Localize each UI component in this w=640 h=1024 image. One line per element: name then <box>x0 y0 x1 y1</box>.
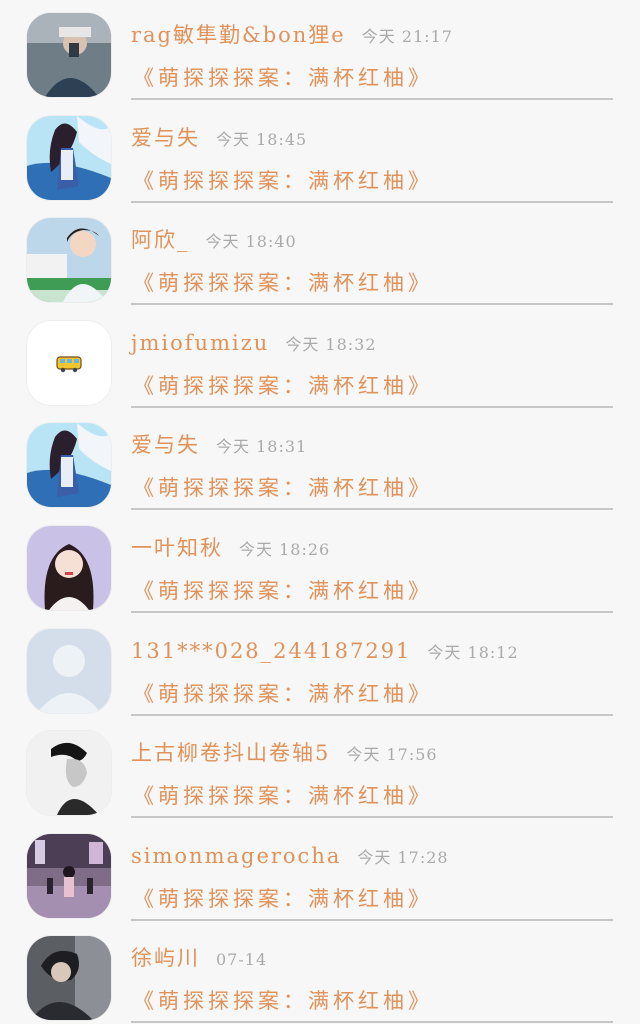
young-woman-portrait-icon <box>27 525 111 610</box>
message-content: 131***028_244187291 今天 18:12 《萌探探探案：满杯红柚》 <box>131 624 613 716</box>
message-time: 今天 18:12 <box>427 642 519 662</box>
sender-name: 爱与失 <box>131 125 200 150</box>
avatar[interactable] <box>27 218 111 303</box>
message-preview: 《萌探探探案：满杯红柚》 <box>133 681 433 706</box>
message-preview: 《萌探探探案：满杯红柚》 <box>133 476 433 501</box>
avatar[interactable] <box>27 423 111 508</box>
sender-name: jmiofumizu <box>131 330 270 355</box>
young-man-outdoor-icon <box>27 218 111 303</box>
list-item[interactable]: jmiofumizu 今天 18:32 《萌探探探案：满杯红柚》 <box>0 316 640 419</box>
message-time: 今天 18:32 <box>285 334 377 354</box>
message-preview: 《萌探探探案：满杯红柚》 <box>133 578 433 603</box>
avatar[interactable] <box>27 13 111 97</box>
message-content: 徐屿川 07-14 《萌探探探案：满杯红柚》 <box>131 931 613 1024</box>
message-time: 今天 17:28 <box>357 847 449 867</box>
message-time: 07-14 <box>216 950 268 970</box>
message-time: 今天 18:31 <box>216 437 308 457</box>
sender-name: 上古柳卷抖山卷轴5 <box>131 741 331 766</box>
message-preview: 《萌探探探案：满杯红柚》 <box>133 168 433 193</box>
city-street-crowd-icon <box>27 833 111 918</box>
avatar[interactable] <box>27 115 111 200</box>
message-time: 今天 18:26 <box>239 539 331 559</box>
list-item[interactable]: 爱与失 今天 18:31 《萌探探探案：满杯红柚》 <box>0 418 640 521</box>
message-preview: 《萌探探探案：满杯红柚》 <box>133 886 433 911</box>
avatar[interactable] <box>27 833 111 918</box>
sender-name: simonmagerocha <box>131 843 342 868</box>
message-content: rag敏隼勤&bon狸e 今天 21:17 《萌探探探案：满杯红柚》 <box>131 8 613 100</box>
anime-character-icon <box>27 423 111 508</box>
message-content: 上古柳卷抖山卷轴5 今天 17:56 《萌探探探案：满杯红柚》 <box>131 726 613 819</box>
default-user-silhouette-icon <box>27 628 111 713</box>
list-item[interactable]: 上古柳卷抖山卷轴5 今天 17:56 《萌探探探案：满杯红柚》 <box>0 726 640 829</box>
list-item[interactable]: 一叶知秋 今天 18:26 《萌探探探案：满杯红柚》 <box>0 521 640 624</box>
message-content: jmiofumizu 今天 18:32 《萌探探探案：满杯红柚》 <box>131 316 613 408</box>
message-time: 今天 18:40 <box>205 232 297 252</box>
person-mirror-selfie-icon <box>27 13 111 97</box>
message-content: 爱与失 今天 18:31 《萌探探探案：满杯红柚》 <box>131 418 613 511</box>
sender-name: 131***028_244187291 <box>131 638 412 663</box>
message-preview: 《萌探探探案：满杯红柚》 <box>133 784 433 809</box>
avatar[interactable] <box>27 731 111 816</box>
message-content: 爱与失 今天 18:45 《萌探探探案：满杯红柚》 <box>131 111 613 203</box>
avatar[interactable] <box>27 320 111 405</box>
avatar[interactable] <box>27 936 111 1021</box>
list-item[interactable]: 徐屿川 07-14 《萌探探探案：满杯红柚》 <box>0 931 640 1024</box>
avatar[interactable] <box>27 525 111 610</box>
sender-name: 一叶知秋 <box>131 535 223 560</box>
list-item[interactable]: 131***028_244187291 今天 18:12 《萌探探探案：满杯红柚》 <box>0 624 640 727</box>
message-time: 今天 17:56 <box>346 745 438 765</box>
yellow-bus-cartoon-icon <box>27 320 111 405</box>
sender-name: 阿欣_ <box>131 228 190 253</box>
message-time: 今天 18:45 <box>216 129 308 149</box>
person-in-dark-icon <box>27 936 111 1021</box>
list-item[interactable]: rag敏隼勤&bon狸e 今天 21:17 《萌探探探案：满杯红柚》 <box>0 8 640 111</box>
sender-name: 爱与失 <box>131 433 200 458</box>
message-preview: 《萌探探探案：满杯红柚》 <box>133 373 433 398</box>
list-item[interactable]: 阿欣_ 今天 18:40 《萌探探探案：满杯红柚》 <box>0 213 640 316</box>
message-preview: 《萌探探探案：满杯红柚》 <box>133 66 433 90</box>
message-list: rag敏隼勤&bon狸e 今天 21:17 《萌探探探案：满杯红柚》 爱与失 今天 … <box>0 0 640 1024</box>
message-content: 一叶知秋 今天 18:26 《萌探探探案：满杯红柚》 <box>131 521 613 613</box>
avatar[interactable] <box>27 628 111 713</box>
message-content: 阿欣_ 今天 18:40 《萌探探探案：满杯红柚》 <box>131 213 613 306</box>
sender-name: rag敏隼勤&bon狸e <box>131 23 346 47</box>
message-preview: 《萌探探探案：满杯红柚》 <box>133 271 433 296</box>
message-preview: 《萌探探探案：满杯红柚》 <box>133 989 433 1014</box>
message-content: simonmagerocha 今天 17:28 《萌探探探案：满杯红柚》 <box>131 829 613 921</box>
list-item[interactable]: 爱与失 今天 18:45 《萌探探探案：满杯红柚》 <box>0 111 640 214</box>
list-item[interactable]: simonmagerocha 今天 17:28 《萌探探探案：满杯红柚》 <box>0 829 640 932</box>
anime-character-icon <box>27 115 111 200</box>
man-profile-bw-icon <box>27 731 111 816</box>
sender-name: 徐屿川 <box>131 946 200 971</box>
message-time: 今天 21:17 <box>361 27 453 46</box>
